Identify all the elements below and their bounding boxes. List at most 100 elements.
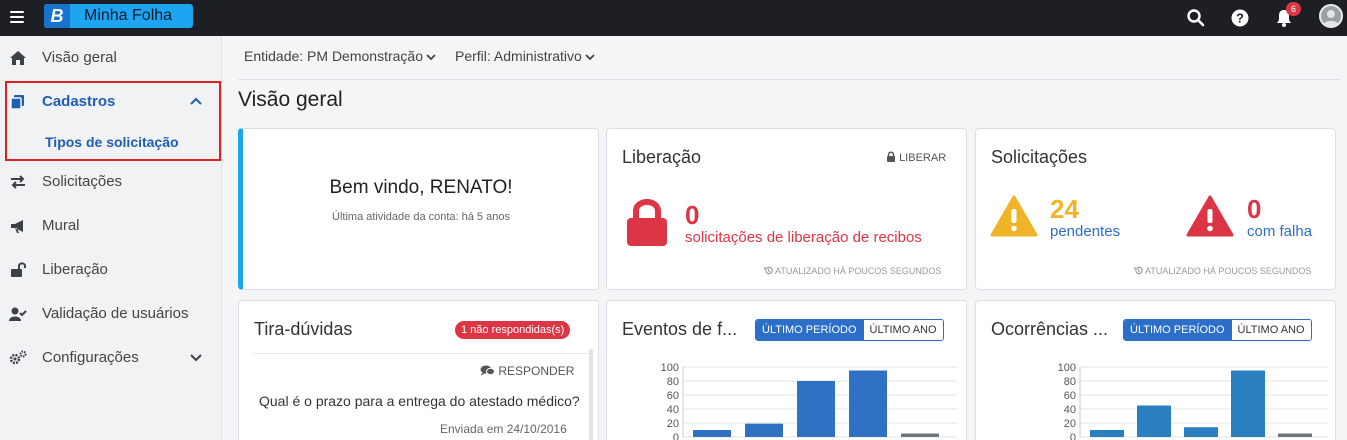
bar[interactable] <box>693 430 731 437</box>
chevron-down-icon <box>585 54 595 61</box>
highlight-box <box>5 81 221 161</box>
bar[interactable] <box>901 433 939 438</box>
divider <box>254 353 592 354</box>
events-card: Eventos de f... ÚLTIMO PERÍODO ÚLTIMO AN… <box>606 300 967 440</box>
y-tick-label: 60 <box>1064 390 1076 402</box>
svg-text:?: ? <box>1236 11 1244 26</box>
y-tick-label: 0 <box>673 432 679 440</box>
sidebar-item-label: Validação de usuários <box>42 305 189 322</box>
unlock-icon <box>11 262 26 277</box>
lock-icon <box>627 199 667 246</box>
reply-button[interactable]: RESPONDER <box>480 364 574 378</box>
last-period-tab[interactable]: ÚLTIMO PERÍODO <box>756 320 863 340</box>
bar[interactable] <box>797 381 835 437</box>
brand-name: Minha Folha <box>84 7 173 24</box>
bar[interactable] <box>1137 405 1171 438</box>
entity-label: Entidade: PM Demonstração <box>244 48 423 64</box>
bar[interactable] <box>745 423 783 437</box>
entity-dropdown[interactable]: Entidade: PM Demonstração <box>244 48 436 64</box>
warning-icon <box>990 195 1038 237</box>
gears-icon <box>9 350 27 365</box>
sidebar-item-label: Mural <box>42 217 80 234</box>
release-button[interactable]: LIBERAR <box>886 151 946 164</box>
failed-label[interactable]: com falha <box>1247 223 1312 240</box>
sidebar-item-label: Configurações <box>42 349 139 366</box>
history-icon <box>764 266 773 275</box>
megaphone-icon <box>11 220 23 233</box>
release-title: Liberação <box>622 147 702 167</box>
question-text[interactable]: Qual é o prazo para a entrega do atestad… <box>259 393 580 409</box>
brand-logo: B <box>44 4 70 28</box>
bar[interactable] <box>1184 427 1218 437</box>
events-chart: 0 20 40 60 80 100 <box>661 362 957 440</box>
sidebar-item-validacao-de-usuarios[interactable]: Validação de usuários <box>0 292 222 336</box>
y-tick-label: 100 <box>661 362 679 374</box>
release-card: Liberação LIBERAR 0 solicitações de libe… <box>606 128 967 290</box>
sidebar-item-solicitacoes[interactable]: Solicitações <box>0 160 222 204</box>
release-updated: ATUALIZADO HÁ POUCOS SEGUNDOS <box>764 266 941 276</box>
sidebar-item-label: Visão geral <box>42 49 117 66</box>
welcome-card: Bem vindo, RENATO! Última atividade da c… <box>238 128 599 290</box>
reply-label: RESPONDER <box>498 364 575 378</box>
history-icon <box>1134 266 1143 275</box>
bar[interactable] <box>849 370 887 438</box>
user-check-icon <box>9 307 27 321</box>
lock-icon <box>887 151 895 162</box>
sidebar-item-liberacao[interactable]: Liberação <box>0 248 222 292</box>
unanswered-badge: 1 não respondidas(s) <box>455 321 571 339</box>
release-button-label: LIBERAR <box>899 152 947 164</box>
events-title: Eventos de f... <box>622 319 738 339</box>
pending-label[interactable]: pendentes <box>1050 223 1120 240</box>
avatar[interactable] <box>1319 4 1343 28</box>
sidebar: Visão geral Cadastros Tipos de solicitaç… <box>0 36 222 440</box>
requests-title: Solicitações <box>991 147 1088 167</box>
sidebar-item-label: Liberação <box>42 261 108 278</box>
welcome-title: Bem vindo, RENATO! <box>329 177 513 198</box>
warning-icon <box>1186 195 1234 237</box>
failed-count: 0 <box>1247 194 1262 224</box>
release-updated-text: ATUALIZADO HÁ POUCOS SEGUNDOS <box>775 266 942 276</box>
pending-count: 24 <box>1050 194 1079 224</box>
events-period-toggle: ÚLTIMO PERÍODO ÚLTIMO ANO <box>755 319 944 341</box>
last-year-tab[interactable]: ÚLTIMO ANO <box>862 320 943 340</box>
home-icon <box>10 51 26 65</box>
y-tick-label: 20 <box>1064 418 1076 430</box>
faq-card: Tira-dúvidas 1 não respondidas(s) RESPON… <box>238 300 599 440</box>
bar[interactable] <box>1278 433 1312 438</box>
page-title: Visão geral <box>238 88 343 111</box>
y-tick-label: 40 <box>1064 404 1076 416</box>
requests-updated-text: ATUALIZADO HÁ POUCOS SEGUNDOS <box>1145 266 1312 276</box>
release-count: 0 <box>685 200 700 230</box>
sidebar-item-mural[interactable]: Mural <box>0 204 222 248</box>
requests-card: Solicitações 24 pendentes 0 com falha AT… <box>975 128 1336 290</box>
brand[interactable]: B Minha Folha <box>44 4 193 28</box>
occurrences-title: Ocorrências ... <box>991 319 1109 339</box>
y-tick-label: 0 <box>1070 432 1076 440</box>
question-date: Enviada em 24/10/2016 <box>440 422 567 436</box>
profile-label: Perfil: Administrativo <box>455 48 582 64</box>
last-year-tab[interactable]: ÚLTIMO ANO <box>1230 320 1311 340</box>
y-tick-label: 80 <box>1064 376 1076 388</box>
occurrences-card: Ocorrências ... ÚLTIMO PERÍODO ÚLTIMO AN… <box>975 300 1336 440</box>
scrollbar[interactable] <box>589 349 593 440</box>
faq-title: Tira-dúvidas <box>254 319 353 339</box>
comments-icon <box>480 365 495 376</box>
sidebar-item-configuracoes[interactable]: Configurações <box>0 336 222 380</box>
y-tick-label: 100 <box>1058 362 1076 374</box>
search-icon[interactable] <box>1186 8 1206 28</box>
occurrences-chart: 0 20 40 60 80 100 <box>1058 362 1328 440</box>
divider <box>238 79 1341 80</box>
sidebar-item-visao-geral[interactable]: Visão geral <box>0 36 222 80</box>
bar[interactable] <box>1231 370 1265 438</box>
notification-badge: 6 <box>1286 2 1301 16</box>
bar[interactable] <box>1090 430 1124 437</box>
help-icon[interactable]: ? <box>1230 8 1250 28</box>
profile-dropdown[interactable]: Perfil: Administrativo <box>455 48 595 64</box>
requests-updated: ATUALIZADO HÁ POUCOS SEGUNDOS <box>1134 266 1311 276</box>
y-tick-label: 40 <box>667 404 679 416</box>
menu-icon[interactable] <box>10 11 24 23</box>
last-period-tab[interactable]: ÚLTIMO PERÍODO <box>1124 320 1231 340</box>
top-bar: B Minha Folha ? 6 <box>0 0 1347 36</box>
chevron-down-icon <box>190 354 202 362</box>
chevron-down-icon <box>426 54 436 61</box>
